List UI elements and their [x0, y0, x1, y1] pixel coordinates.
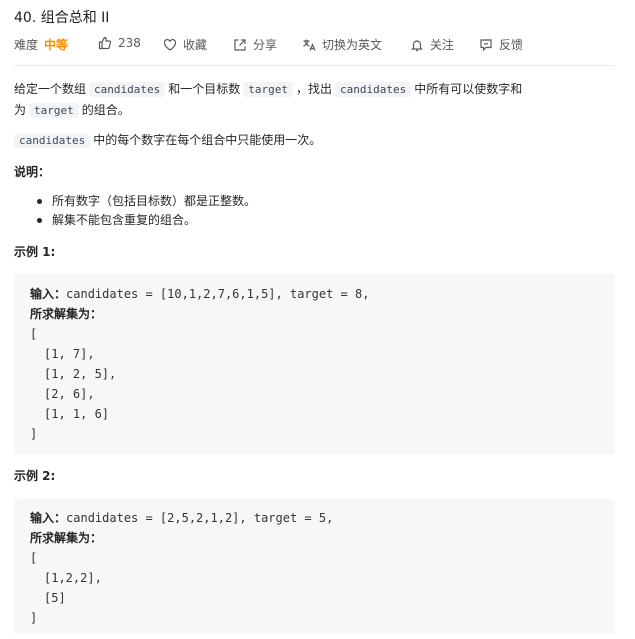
example-2-title: 示例 2:	[14, 469, 56, 483]
inline-code: candidates	[14, 133, 91, 148]
list-item: 解集不能包含重复的组合。	[36, 211, 256, 230]
inline-code: target	[243, 82, 294, 97]
feedback-icon	[479, 38, 493, 52]
code-line: 输入：candidates = [10,1,2,7,6,1,5], target…	[30, 284, 369, 304]
note-list: 所有数字（包括目标数）都是正整数。 解集不能包含重复的组合。	[36, 192, 256, 230]
code-line: 所求解集为：	[30, 528, 102, 548]
code-line: ]	[30, 427, 38, 441]
inline-code: candidates	[335, 82, 412, 97]
difficulty-label: 难度	[14, 38, 39, 52]
code-line: [1, 7],	[44, 347, 95, 361]
share-icon	[233, 38, 247, 52]
translate-button[interactable]: 切换为英文	[302, 36, 382, 53]
feedback-label: 反馈	[499, 38, 524, 52]
translate-icon	[302, 38, 316, 52]
code-line: ]	[30, 611, 38, 625]
code-line: [1, 2, 5],	[44, 367, 117, 381]
example-1-code-block: 输入：candidates = [10,1,2,7,6,1,5], target…	[14, 274, 615, 454]
example-2-code-block: 输入：candidates = [2,5,2,1,2], target = 5,…	[14, 499, 615, 634]
code-line: 输入：candidates = [2,5,2,1,2], target = 5,	[30, 508, 333, 528]
follow-button[interactable]: 关注	[410, 36, 454, 53]
input-label: 输入：	[30, 287, 67, 301]
description-paragraph-2: candidates 中的每个数字在每个组合中只能使用一次。	[14, 130, 321, 151]
divider	[14, 65, 615, 66]
like-count: 238	[118, 36, 141, 50]
output-label: 所求解集为：	[30, 531, 103, 545]
input-value: candidates = [2,5,2,1,2], target = 5,	[66, 511, 334, 525]
difficulty: 难度 中等	[14, 36, 68, 53]
feedback-button[interactable]: 反馈	[479, 36, 523, 53]
bell-icon	[410, 38, 424, 52]
code-line: 所求解集为：	[30, 304, 102, 324]
code-line: [	[30, 551, 38, 565]
example-1-title: 示例 1:	[14, 245, 56, 259]
follow-label: 关注	[430, 38, 455, 52]
code-line: [	[30, 327, 38, 341]
input-label: 输入：	[30, 511, 67, 525]
description-paragraph-1: 给定一个数组 candidates 和一个目标数 target ，找出 candidate…	[14, 82, 523, 118]
note-heading: 说明：	[14, 165, 51, 179]
list-item: 所有数字（包括目标数）都是正整数。	[36, 192, 256, 211]
inline-code: target	[29, 103, 79, 118]
output-label: 所求解集为：	[30, 307, 103, 321]
like-button[interactable]: 238	[98, 36, 141, 50]
code-line: [1, 1, 6]	[44, 407, 110, 421]
code-line: [5]	[44, 591, 66, 605]
thumbs-up-icon	[98, 36, 112, 50]
code-line: [1,2,2],	[44, 571, 102, 585]
input-value: candidates = [10,1,2,7,6,1,5], target = …	[66, 287, 370, 301]
share-label: 分享	[253, 38, 278, 52]
share-button[interactable]: 分享	[233, 36, 277, 53]
favorite-label: 收藏	[183, 38, 208, 52]
favorite-button[interactable]: 收藏	[163, 36, 207, 53]
heart-icon	[163, 38, 177, 52]
difficulty-value: 中等	[44, 38, 69, 52]
code-line: [2, 6],	[44, 387, 95, 401]
inline-code: candidates	[89, 82, 166, 97]
problem-title: 40. 组合总和 II	[14, 10, 110, 26]
translate-label: 切换为英文	[322, 38, 383, 52]
